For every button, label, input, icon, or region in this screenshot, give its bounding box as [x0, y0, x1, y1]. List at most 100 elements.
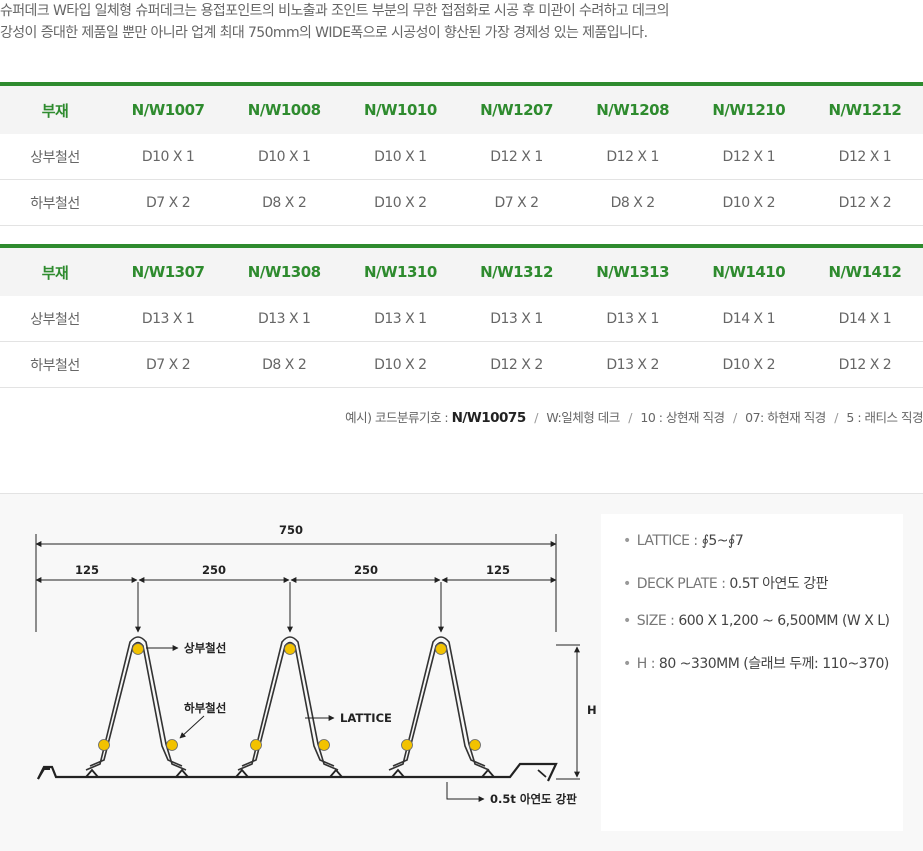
table-cell: D7 X 2 — [110, 341, 227, 388]
spec-item: • LATTICE : ∮5~∮7 — [623, 533, 890, 573]
table-row: 상부철선 D13 X 1 D13 X 1 D13 X 1 D13 X 1 D13… — [0, 296, 923, 342]
table-cell: D8 X 2 — [226, 341, 343, 388]
column-header: N/W1007 — [110, 82, 227, 134]
legend-separator: / — [534, 410, 538, 425]
spec-info-box: • LATTICE : ∮5~∮7 • DECK PLATE : 0.5T 아연도 … — [601, 514, 903, 831]
table-header-row: 부재 N/W1007 N/W1008 N/W1010 N/W1207 N/W12… — [0, 82, 923, 134]
table-row: 하부철선 D7 X 2 D8 X 2 D10 X 2 D7 X 2 D8 X 2… — [0, 179, 923, 226]
column-header: N/W1410 — [690, 244, 807, 296]
table-cell: D14 X 1 — [806, 296, 923, 342]
row-label: 하부철선 — [0, 341, 110, 388]
legend-separator: / — [834, 410, 838, 425]
table-cell: D10 X 2 — [690, 341, 807, 388]
table-cell: D10 X 1 — [110, 134, 227, 180]
table-cell: D10 X 2 — [342, 179, 459, 226]
row-label: 하부철선 — [0, 179, 110, 226]
table-cell: D8 X 2 — [226, 179, 343, 226]
table-cell: D12 X 1 — [690, 134, 807, 180]
legend-code: N/W10075 — [451, 410, 527, 426]
spec-table-1: 부재 N/W1007 N/W1008 N/W1010 N/W1207 N/W12… — [0, 82, 923, 226]
spec-item: • H : 80 ~330MM (슬래브 두께: 110~370) — [623, 653, 890, 693]
column-header: N/W1312 — [458, 244, 575, 296]
table-cell: D10 X 1 — [226, 134, 343, 180]
column-header: N/W1308 — [226, 244, 343, 296]
upper-rebar — [132, 643, 447, 655]
deck-plate — [37, 762, 558, 782]
row-label: 상부철선 — [0, 296, 110, 342]
bullet-icon: • — [623, 613, 631, 629]
column-header: 부재 — [0, 244, 110, 296]
bullet-icon: • — [623, 533, 631, 549]
intro-text: 슈퍼데크 W타입 일체형 슈퍼데크는 용접포인트의 비노출과 조인트 부분의 무… — [0, 0, 923, 44]
table-row: 상부철선 D10 X 1 D10 X 1 D10 X 1 D12 X 1 D12… — [0, 134, 923, 180]
table-cell: D12 X 2 — [806, 341, 923, 388]
legend-item: 07: 하현재 직경 — [745, 410, 826, 425]
table-cell: D13 X 1 — [342, 296, 459, 342]
column-header: N/W1010 — [342, 82, 459, 134]
label-lattice: LATTICE — [340, 711, 392, 725]
table-cell: D12 X 1 — [458, 134, 575, 180]
dimension-segment: 125 — [75, 563, 99, 577]
spec-key: LATTICE : — [636, 533, 698, 549]
legend-item: W:일체형 데크 — [546, 410, 620, 425]
column-header: N/W1307 — [110, 244, 227, 296]
column-header: N/W1208 — [574, 82, 691, 134]
spec-item: • DECK PLATE : 0.5T 아연도 강판 — [623, 573, 890, 613]
spec-key: DECK PLATE : — [636, 576, 726, 592]
intro-line-2: 강성이 증대한 제품일 뿐만 아니라 업계 최대 750mm의 WIDE폭으로 … — [0, 25, 648, 41]
column-header: N/W1207 — [458, 82, 575, 134]
callout-arrow — [446, 782, 485, 802]
bullet-icon: • — [623, 576, 631, 592]
intro-line-1: 슈퍼데크 W타입 일체형 슈퍼데크는 용접포인트의 비노출과 조인트 부분의 무… — [0, 3, 669, 19]
table-cell: D13 X 1 — [226, 296, 343, 342]
legend-item: 5 : 래티스 직경 — [846, 410, 923, 425]
label-height: H — [587, 703, 597, 717]
dimension-segment: 250 — [354, 563, 378, 577]
spec-list: • LATTICE : ∮5~∮7 • DECK PLATE : 0.5T 아연도 … — [623, 533, 890, 693]
legend-item: 10 : 상현재 직경 — [640, 410, 725, 425]
column-header: N/W1210 — [690, 82, 807, 134]
bullet-icon: • — [623, 656, 631, 672]
table-cell: D12 X 1 — [574, 134, 691, 180]
spec-key: SIZE : — [636, 613, 675, 629]
table-row: 하부철선 D7 X 2 D8 X 2 D10 X 2 D12 X 2 D13 X… — [0, 341, 923, 388]
column-header: N/W1310 — [342, 244, 459, 296]
dimension-segment: 250 — [202, 563, 226, 577]
spec-value: 0.5T 아연도 강판 — [729, 576, 828, 592]
legend-prefix: 예시) 코드분류기호 : — [345, 410, 449, 425]
deck-section-diagram: 750 125 250 250 125 상부철선 하부철선 LATTICE H … — [35, 523, 597, 806]
code-legend: 예시) 코드분류기호 : N/W10075 / W:일체형 데크 / 10 : … — [345, 407, 923, 426]
table-cell: D10 X 2 — [690, 179, 807, 226]
column-header: N/W1008 — [226, 82, 343, 134]
table-cell: D13 X 2 — [574, 341, 691, 388]
spec-item: • SIZE : 600 X 1,200 ~ 6,500MM (W X L) — [623, 613, 890, 653]
label-upper-rebar: 상부철선 — [184, 641, 226, 655]
dimension-segment: 125 — [486, 563, 510, 577]
table-cell: D10 X 2 — [342, 341, 459, 388]
table-cell: D13 X 1 — [110, 296, 227, 342]
spec-table-2: 부재 N/W1307 N/W1308 N/W1310 N/W1312 N/W13… — [0, 244, 923, 388]
table-cell: D12 X 1 — [806, 134, 923, 180]
table-cell: D7 X 2 — [458, 179, 575, 226]
spec-value: ∮5~∮7 — [701, 533, 744, 549]
table-cell: D13 X 1 — [458, 296, 575, 342]
spec-value: 80 ~330MM (슬래브 두께: 110~370) — [658, 656, 889, 672]
column-header: N/W1313 — [574, 244, 691, 296]
callout-arrow — [179, 715, 205, 739]
diagram-panel: 750 125 250 250 125 상부철선 하부철선 LATTICE H … — [0, 493, 923, 851]
legend-separator: / — [628, 410, 632, 425]
column-header: N/W1412 — [806, 244, 923, 296]
table-header-row: 부재 N/W1307 N/W1308 N/W1310 N/W1312 N/W13… — [0, 244, 923, 296]
table-cell: D10 X 1 — [342, 134, 459, 180]
spec-value: 600 X 1,200 ~ 6,500MM (W X L) — [678, 613, 890, 629]
table-cell: D13 X 1 — [574, 296, 691, 342]
table-cell: D8 X 2 — [574, 179, 691, 226]
lower-rebar — [98, 739, 481, 751]
column-header: N/W1212 — [806, 82, 923, 134]
label-lower-rebar: 하부철선 — [184, 701, 226, 715]
table-cell: D14 X 1 — [690, 296, 807, 342]
column-header: 부재 — [0, 82, 110, 134]
table-cell: D7 X 2 — [110, 179, 227, 226]
table-cell: D12 X 2 — [806, 179, 923, 226]
dimension-total: 750 — [279, 523, 303, 537]
